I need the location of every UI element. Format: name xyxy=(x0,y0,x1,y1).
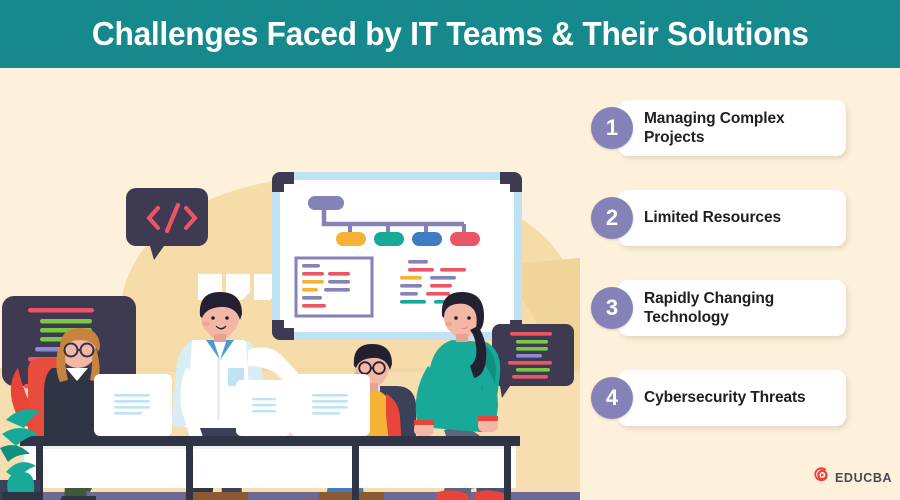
list-number-badge: 3 xyxy=(591,287,633,329)
illustration xyxy=(0,68,580,500)
list-item[interactable]: 1 Managing Complex Projects xyxy=(585,100,875,156)
page-title: Challenges Faced by IT Teams & Their Sol… xyxy=(91,15,809,52)
list-card[interactable]: Managing Complex Projects xyxy=(618,100,846,156)
list-number-badge: 2 xyxy=(591,197,633,239)
list-item[interactable]: 3 Rapidly Changing Technology xyxy=(585,280,875,336)
list-item[interactable]: 4 Cybersecurity Threats xyxy=(585,370,875,426)
monitor-third xyxy=(236,380,290,436)
list-card[interactable]: Cybersecurity Threats xyxy=(618,370,846,426)
list-item[interactable]: 2 Limited Resources xyxy=(585,190,875,246)
list-number-badge: 4 xyxy=(591,377,633,419)
educba-logo[interactable]: EDUCBA xyxy=(812,466,892,489)
list-number-badge: 1 xyxy=(591,107,633,149)
list-card[interactable]: Limited Resources xyxy=(618,190,846,246)
header-bar: Challenges Faced by IT Teams & Their Sol… xyxy=(0,0,900,68)
list-item-label: Limited Resources xyxy=(644,209,781,227)
list-item-label: Rapidly Changing Technology xyxy=(644,289,775,326)
educba-logo-text: EDUCBA xyxy=(835,470,893,485)
whiteboard-inner-panel xyxy=(294,256,374,318)
list-item-label: Cybersecurity Threats xyxy=(644,389,806,407)
educba-play-circle-icon xyxy=(812,466,830,489)
list-item-label: Managing Complex Projects xyxy=(644,109,785,146)
infographic-canvas: Challenges Faced by IT Teams & Their Sol… xyxy=(0,0,900,500)
challenges-list: 1 Managing Complex Projects 2 Limited Re… xyxy=(585,100,875,460)
whiteboard xyxy=(272,172,522,340)
list-card[interactable]: Rapidly Changing Technology xyxy=(618,280,846,336)
